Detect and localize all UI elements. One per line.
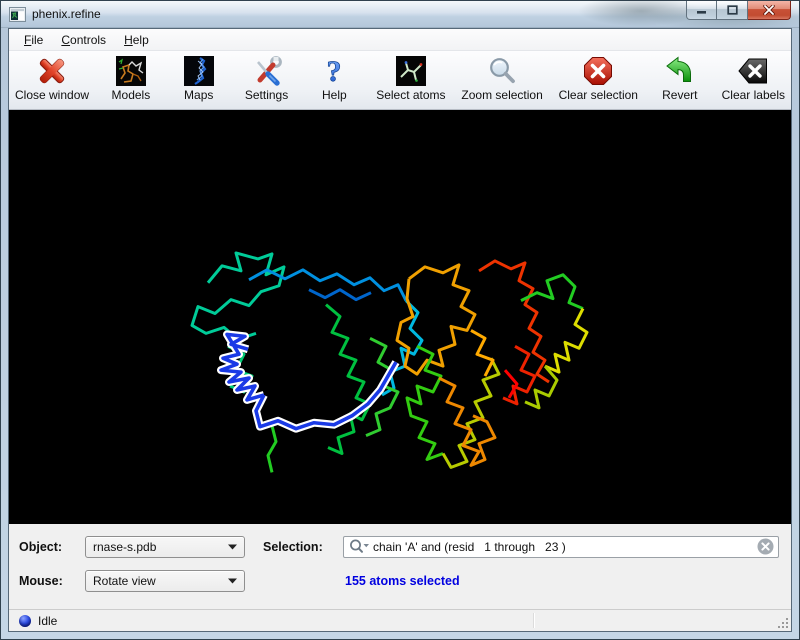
- window-controls: [686, 1, 791, 20]
- object-dropdown[interactable]: rnase-s.pdb: [85, 536, 245, 558]
- toolbar-clear-labels[interactable]: Clear labels: [722, 55, 785, 102]
- status-text: Idle: [38, 614, 57, 628]
- close-button[interactable]: [748, 1, 791, 20]
- toolbar-clear-selection[interactable]: Clear selection: [559, 55, 638, 102]
- molecule-render: [9, 110, 791, 524]
- selection-input[interactable]: [373, 540, 757, 554]
- mouse-label: Mouse:: [19, 574, 85, 588]
- selection-search-box: [343, 536, 779, 558]
- toolbar-settings[interactable]: Settings: [241, 55, 293, 102]
- control-panel: Object: rnase-s.pdb Selection:: [9, 524, 791, 609]
- toolbar-revert[interactable]: Revert: [654, 55, 706, 102]
- menu-bar: File Controls Help: [9, 29, 791, 51]
- maximize-button[interactable]: [717, 1, 748, 20]
- atoms-selected-text: 155 atoms selected: [345, 574, 460, 588]
- help-icon: ?: [318, 55, 350, 87]
- revert-icon: [664, 55, 696, 87]
- app-window: phenix.refine File Controls Help: [0, 0, 800, 640]
- selection-label: Selection:: [263, 540, 343, 554]
- settings-icon: [251, 55, 283, 87]
- status-bar: Idle: [9, 609, 791, 631]
- status-orb-icon: [19, 615, 31, 627]
- toolbar-models[interactable]: Models: [105, 55, 157, 102]
- toolbar-select-atoms[interactable]: Select atoms: [376, 55, 445, 102]
- search-icon[interactable]: [349, 539, 369, 554]
- menu-help[interactable]: Help: [115, 30, 158, 50]
- molecule-viewport[interactable]: [9, 110, 791, 524]
- clear-selection-icon: [582, 55, 614, 87]
- window-title: phenix.refine: [32, 7, 101, 21]
- title-bar: phenix.refine: [1, 1, 799, 28]
- close-icon: [763, 5, 775, 15]
- mouse-dropdown[interactable]: Rotate view: [85, 570, 245, 592]
- models-icon: [115, 55, 147, 87]
- maps-icon: [183, 55, 215, 87]
- menu-controls[interactable]: Controls: [52, 30, 115, 50]
- toolbar-help[interactable]: ? Help: [308, 55, 360, 102]
- selected-atoms-highlight: [221, 334, 396, 428]
- svg-text:?: ?: [327, 55, 342, 87]
- maximize-icon: [727, 5, 738, 15]
- menu-file[interactable]: File: [15, 30, 52, 50]
- chevron-down-icon: [228, 544, 237, 550]
- status-divider: [533, 613, 534, 628]
- zoom-selection-icon: [486, 55, 518, 87]
- toolbar-zoom-selection[interactable]: Zoom selection: [461, 55, 542, 102]
- toolbar-close-window[interactable]: Close window: [15, 55, 89, 102]
- minimize-button[interactable]: [686, 1, 717, 20]
- toolbar-maps[interactable]: Maps: [173, 55, 225, 102]
- resize-grip[interactable]: [777, 617, 789, 629]
- toolbar: Close window Models: [9, 51, 791, 110]
- object-label: Object:: [19, 540, 85, 554]
- clear-search-icon[interactable]: [757, 538, 774, 555]
- window-frame: File Controls Help: [1, 28, 799, 639]
- clear-labels-icon: [737, 55, 769, 87]
- app-icon: [9, 7, 26, 22]
- chevron-down-icon: [228, 578, 237, 584]
- select-atoms-icon: [395, 55, 427, 87]
- close-window-icon: [36, 55, 68, 87]
- minimize-icon: [696, 6, 707, 15]
